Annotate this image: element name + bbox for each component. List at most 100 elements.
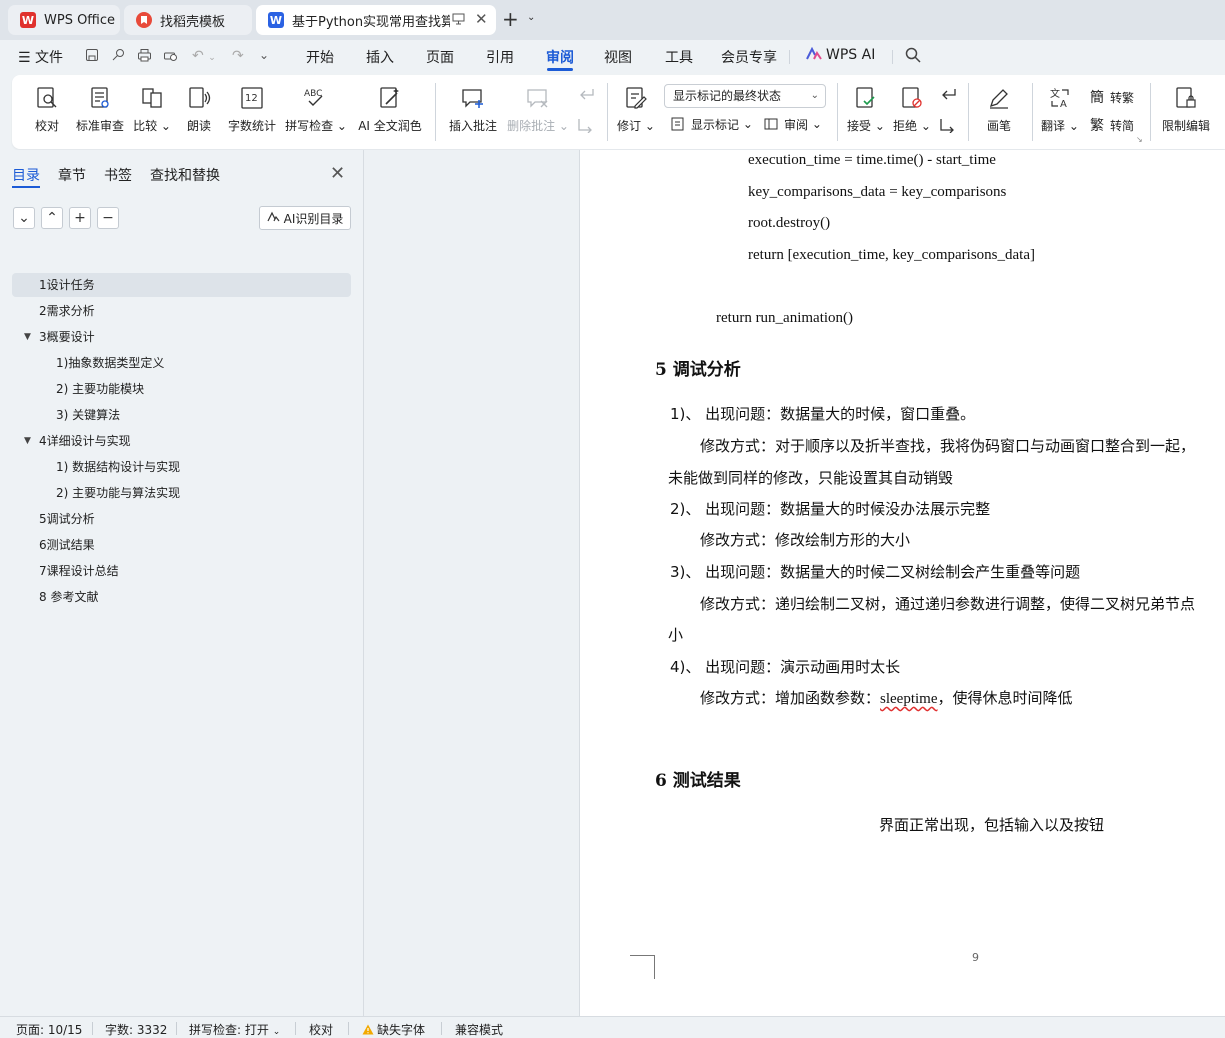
chevron-down-icon[interactable]: ⌄ — [527, 12, 535, 23]
insert-comment-icon — [460, 85, 486, 111]
missing-font-status[interactable]: 缺失字体 — [362, 1021, 425, 1038]
menu-wps-ai[interactable]: WPS AI — [806, 46, 875, 65]
word-count-indicator[interactable]: 字数: 3332 — [105, 1021, 167, 1038]
reject-button[interactable]: 拒绝 ⌄ — [892, 75, 932, 149]
divider — [1150, 83, 1151, 141]
menu-references[interactable]: 引用 — [486, 47, 514, 67]
tab-bookmarks[interactable]: 书签 — [104, 165, 132, 185]
tab-sections[interactable]: 章节 — [58, 165, 86, 185]
menu-member[interactable]: 会员专享 — [721, 47, 777, 67]
toc-item[interactable]: 1)抽象数据类型定义 — [12, 351, 351, 375]
toc-item[interactable]: 2) 主要功能与算法实现 — [12, 481, 351, 505]
toc-item[interactable]: 7课程设计总结 — [12, 559, 351, 583]
traditional-icon: 簡 — [1090, 90, 1104, 106]
next-comment-icon[interactable] — [577, 117, 595, 133]
compat-mode-status[interactable]: 兼容模式 — [455, 1021, 503, 1038]
toc-item[interactable]: 1设计任务 — [12, 273, 351, 297]
delete-comment-button[interactable]: 删除批注 ⌄ — [507, 75, 569, 149]
markup-mode-value: 显示标记的最终状态 — [673, 89, 782, 103]
toc-label: 2) 主要功能与算法实现 — [56, 486, 181, 500]
translate-label: 翻译 ⌄ — [1041, 119, 1079, 133]
expand-up-button[interactable]: ⌃ — [41, 207, 63, 229]
remove-heading-button[interactable]: − — [97, 207, 119, 229]
spell-check-button[interactable]: ABC 拼写检查 ⌄ — [285, 75, 347, 149]
read-aloud-button[interactable]: 朗读 — [182, 75, 216, 149]
pen-button[interactable]: 画笔 — [982, 75, 1016, 149]
menu-review[interactable]: 审阅 — [546, 47, 574, 67]
add-heading-button[interactable]: + — [69, 207, 91, 229]
show-markup-label: 显示标记 — [691, 117, 740, 132]
spell-check-status[interactable]: 拼写检查: 打开 ⌄ — [189, 1021, 280, 1038]
menu-insert[interactable]: 插入 — [366, 47, 394, 67]
save-icon[interactable] — [85, 48, 99, 66]
document-page[interactable]: execution_time = time.time() - start_tim… — [580, 150, 1225, 1016]
page-indicator[interactable]: 页面: 10/15 — [16, 1021, 82, 1038]
proof-status[interactable]: 校对 — [309, 1021, 333, 1038]
tab-toc[interactable]: 目录 — [12, 165, 40, 185]
ai-polish-button[interactable]: AI 全文润色 — [356, 75, 424, 149]
expand-corner-icon[interactable]: ↘ — [1136, 135, 1143, 144]
menu-tools[interactable]: 工具 — [665, 47, 693, 67]
standard-review-button[interactable]: 标准审查 — [74, 75, 126, 149]
toc-item[interactable]: 6测试结果 — [12, 533, 351, 557]
active-tab-indicator — [12, 186, 40, 188]
monitor-icon[interactable] — [452, 13, 465, 28]
track-changes-icon — [623, 85, 649, 111]
toc-item[interactable]: 2) 主要功能模块 — [12, 377, 351, 401]
toc-item[interactable]: ▼ 4详细设计与实现 — [12, 429, 351, 453]
proofread-button[interactable]: 校对 — [30, 75, 64, 149]
undo-icon[interactable]: ↶ ⌄ — [192, 48, 216, 64]
expand-triangle-icon[interactable]: ▼ — [24, 429, 31, 453]
more-chevron-icon[interactable]: ⌄ — [259, 48, 269, 62]
translate-button[interactable]: 文A 翻译 ⌄ — [1040, 75, 1080, 149]
review-pane-button[interactable]: 审阅 ⌄ — [762, 115, 822, 133]
writer-logo-icon: W — [268, 12, 284, 28]
plus-icon: + — [74, 210, 86, 226]
compare-button[interactable]: 比较 ⌄ — [133, 75, 171, 149]
expand-triangle-icon[interactable]: ▼ — [24, 325, 31, 349]
tab-wps-office[interactable]: W WPS Office — [8, 5, 120, 35]
reject-label: 拒绝 ⌄ — [893, 119, 931, 133]
new-tab-icon[interactable]: + — [502, 8, 519, 30]
divider — [892, 50, 893, 64]
toc-label: 3概要设计 — [39, 330, 95, 344]
toc-item[interactable]: 5调试分析 — [12, 507, 351, 531]
to-simplified-button[interactable]: 繁转简 — [1088, 116, 1134, 134]
prev-change-icon[interactable] — [939, 87, 957, 103]
accept-button[interactable]: 接受 ⌄ — [846, 75, 886, 149]
tab-find-replace[interactable]: 查找和替换 — [150, 165, 220, 185]
paragraph: 界面正常出现，包括输入以及按钮 — [879, 816, 1105, 834]
markup-mode-select[interactable]: 显示标记的最终状态 ⌄ — [664, 84, 826, 108]
toc-item[interactable]: 2需求分析 — [12, 299, 351, 323]
insert-comment-button[interactable]: 插入批注 — [446, 75, 500, 149]
menu-view[interactable]: 视图 — [604, 47, 632, 67]
track-changes-button[interactable]: 修订 ⌄ — [616, 75, 656, 149]
collapse-all-button[interactable]: ⌄ — [13, 207, 35, 229]
word-count-button[interactable]: 12 字数统计 — [226, 75, 278, 149]
redo-icon[interactable]: ↷ — [232, 48, 244, 64]
menu-page[interactable]: 页面 — [426, 47, 454, 67]
tab-document[interactable]: W 基于Python实现常用查找算法 ✕ — [256, 5, 496, 35]
toc-item[interactable]: 8 参考文献 — [12, 585, 351, 609]
ai-toc-button[interactable]: AI识别目录 — [259, 206, 351, 230]
toc-item[interactable]: 1) 数据结构设计与实现 — [12, 455, 351, 479]
print-preview-icon[interactable] — [163, 48, 178, 66]
lock-doc-icon — [1173, 85, 1199, 111]
tab-template[interactable]: 找稻壳模板 — [124, 5, 252, 35]
file-menu[interactable]: ☰ 文件 — [18, 47, 63, 67]
search-icon[interactable] — [905, 47, 921, 67]
share-icon[interactable] — [111, 48, 125, 66]
prev-comment-icon[interactable] — [577, 87, 595, 103]
toc-item[interactable]: 3) 关键算法 — [12, 403, 351, 427]
text-run: ，使得休息时间降低 — [937, 689, 1073, 707]
spell-check-label: 拼写检查 ⌄ — [285, 119, 347, 133]
to-traditional-button[interactable]: 簡转繁 — [1088, 88, 1134, 106]
menu-home[interactable]: 开始 — [306, 47, 334, 67]
close-tab-icon[interactable]: ✕ — [475, 10, 488, 28]
close-pane-icon[interactable]: ✕ — [330, 163, 345, 184]
show-markup-button[interactable]: 显示标记 ⌄ — [669, 115, 753, 133]
restrict-edit-button[interactable]: 限制编辑 — [1158, 75, 1214, 149]
print-icon[interactable] — [137, 48, 152, 66]
next-change-icon[interactable] — [939, 117, 957, 133]
toc-item[interactable]: ▼ 3概要设计 — [12, 325, 351, 349]
